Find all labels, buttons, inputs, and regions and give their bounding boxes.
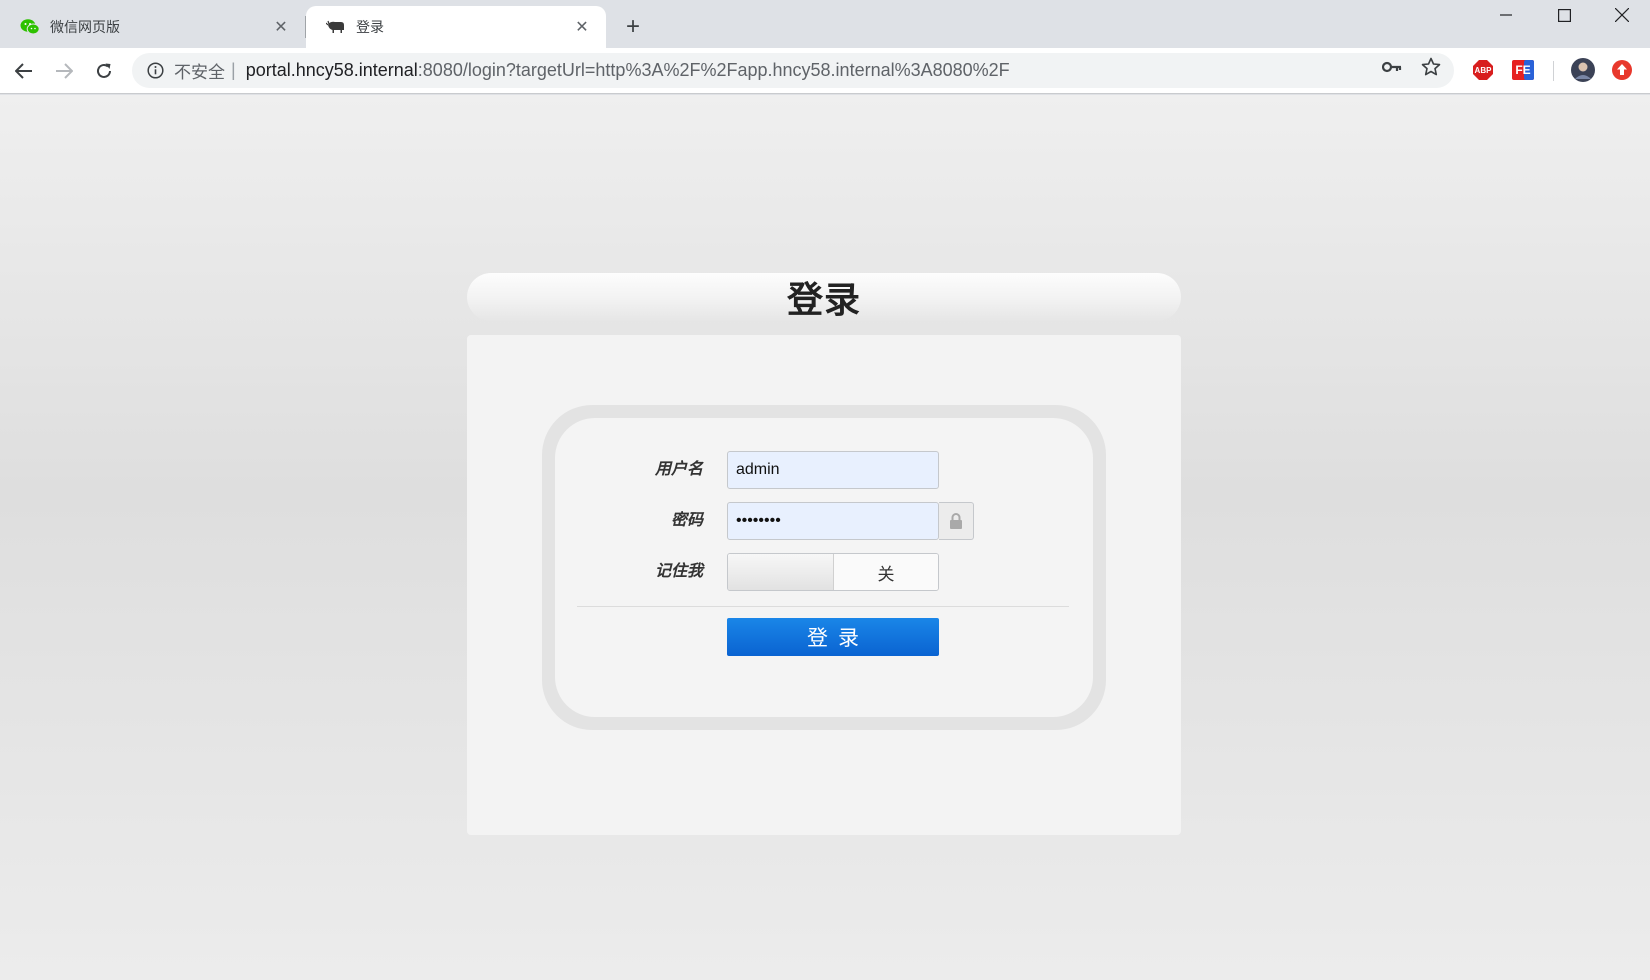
- form-divider: [577, 606, 1069, 607]
- yak-favicon-icon: [326, 17, 346, 37]
- new-tab-button[interactable]: +: [620, 13, 646, 40]
- address-bar[interactable]: 不安全 | portal.hncy58.internal:8080/login?…: [132, 53, 1454, 88]
- tab-strip: 微信网页版 ✕ 登录 ✕ +: [0, 0, 1650, 48]
- login-button[interactable]: 登录: [727, 618, 939, 656]
- arrow-left-icon: [15, 63, 32, 79]
- maximize-icon: [1557, 8, 1571, 22]
- tab-login[interactable]: 登录 ✕: [306, 6, 606, 48]
- remember-row: 记住我 关: [555, 553, 1093, 591]
- back-button[interactable]: [10, 57, 38, 85]
- password-input[interactable]: [727, 502, 939, 540]
- update-icon[interactable]: [1610, 58, 1634, 82]
- tab-wechat[interactable]: 微信网页版 ✕: [0, 6, 305, 48]
- reload-icon: [97, 63, 111, 78]
- toggle-state-label: 关: [834, 554, 938, 590]
- wechat-icon: [20, 17, 40, 37]
- password-label: 密码: [670, 512, 703, 529]
- minimize-button[interactable]: [1478, 0, 1534, 30]
- fe-label: FE: [1515, 63, 1531, 77]
- tab-title: 微信网页版: [50, 19, 120, 35]
- tab-title: 登录: [356, 19, 384, 35]
- fe-extension-icon[interactable]: FE: [1511, 58, 1535, 82]
- password-row: 密码: [555, 502, 1093, 540]
- page-title: 登录: [786, 280, 861, 321]
- forward-button[interactable]: [50, 57, 78, 85]
- arrow-right-icon: [56, 63, 73, 79]
- login-form-frame: 用户名 密码 记住我: [542, 405, 1106, 730]
- adblock-label: ABP: [1474, 65, 1492, 75]
- toolbar-divider: [1553, 61, 1554, 81]
- reload-button[interactable]: [90, 57, 118, 85]
- url-text[interactable]: portal.hncy58.internal:8080/login?target…: [246, 60, 1010, 81]
- login-header: 登录: [467, 273, 1181, 321]
- login-form: 用户名 密码 记住我: [555, 418, 1093, 717]
- tab-close-icon[interactable]: ✕: [271, 17, 291, 37]
- remember-label: 记住我: [654, 563, 703, 580]
- minimize-icon: [1500, 14, 1512, 16]
- login-panel: 用户名 密码 记住我: [467, 335, 1181, 835]
- profile-avatar[interactable]: [1571, 58, 1595, 82]
- browser-toolbar: 不安全 | portal.hncy58.internal:8080/login?…: [0, 48, 1650, 94]
- close-window-button[interactable]: [1594, 0, 1650, 30]
- security-status: 不安全: [174, 63, 225, 82]
- tab-close-icon[interactable]: ✕: [572, 17, 592, 37]
- adblock-extension-icon[interactable]: ABP: [1471, 58, 1495, 82]
- username-row: 用户名: [555, 451, 1093, 489]
- username-label: 用户名: [654, 461, 703, 478]
- url-path: :8080/login?targetUrl=http%3A%2F%2Fapp.h…: [417, 60, 1010, 80]
- maximize-button[interactable]: [1536, 0, 1592, 30]
- url-host: portal.hncy58.internal: [245, 60, 418, 80]
- info-icon[interactable]: [146, 62, 164, 80]
- close-icon: [1615, 8, 1629, 22]
- lock-icon: [950, 513, 962, 529]
- key-icon[interactable]: [1381, 56, 1403, 78]
- page-content: 登录 用户名 密码: [0, 95, 1650, 980]
- password-lock-button[interactable]: [939, 502, 974, 540]
- username-input[interactable]: [727, 451, 939, 489]
- remember-me-toggle[interactable]: 关: [727, 553, 939, 591]
- bookmark-star-icon[interactable]: [1420, 56, 1442, 78]
- address-separator: |: [231, 60, 236, 80]
- toggle-knob: [728, 554, 834, 590]
